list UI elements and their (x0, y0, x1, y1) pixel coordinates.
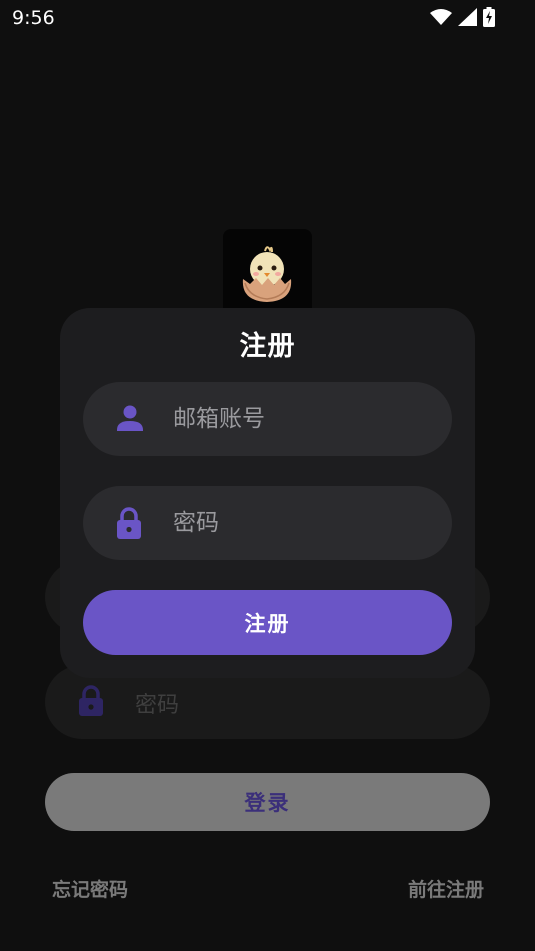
status-time: 9:56 (12, 7, 55, 29)
app-logo (223, 229, 312, 318)
wifi-icon (430, 9, 452, 25)
battery-charging-icon (483, 7, 495, 27)
lock-icon (117, 507, 141, 539)
register-submit-button[interactable]: 注册 (83, 590, 452, 655)
email-input[interactable] (173, 382, 433, 456)
password-field[interactable] (83, 486, 452, 560)
login-button[interactable]: 登录 (45, 773, 490, 831)
login-password-placeholder: 密码 (135, 693, 180, 718)
forgot-password-link[interactable]: 忘记密码 (52, 875, 128, 902)
person-icon (117, 405, 143, 431)
signal-icon (458, 8, 477, 26)
status-bar: 9:56 (0, 0, 535, 36)
go-register-link[interactable]: 前往注册 (408, 875, 484, 902)
hatching-chick-icon (242, 246, 292, 302)
status-icons (430, 7, 495, 27)
email-field[interactable] (83, 382, 452, 456)
register-dialog: 注册 注册 (60, 308, 475, 678)
lock-icon (79, 685, 103, 716)
dialog-title: 注册 (239, 331, 296, 362)
password-input[interactable] (173, 486, 433, 560)
